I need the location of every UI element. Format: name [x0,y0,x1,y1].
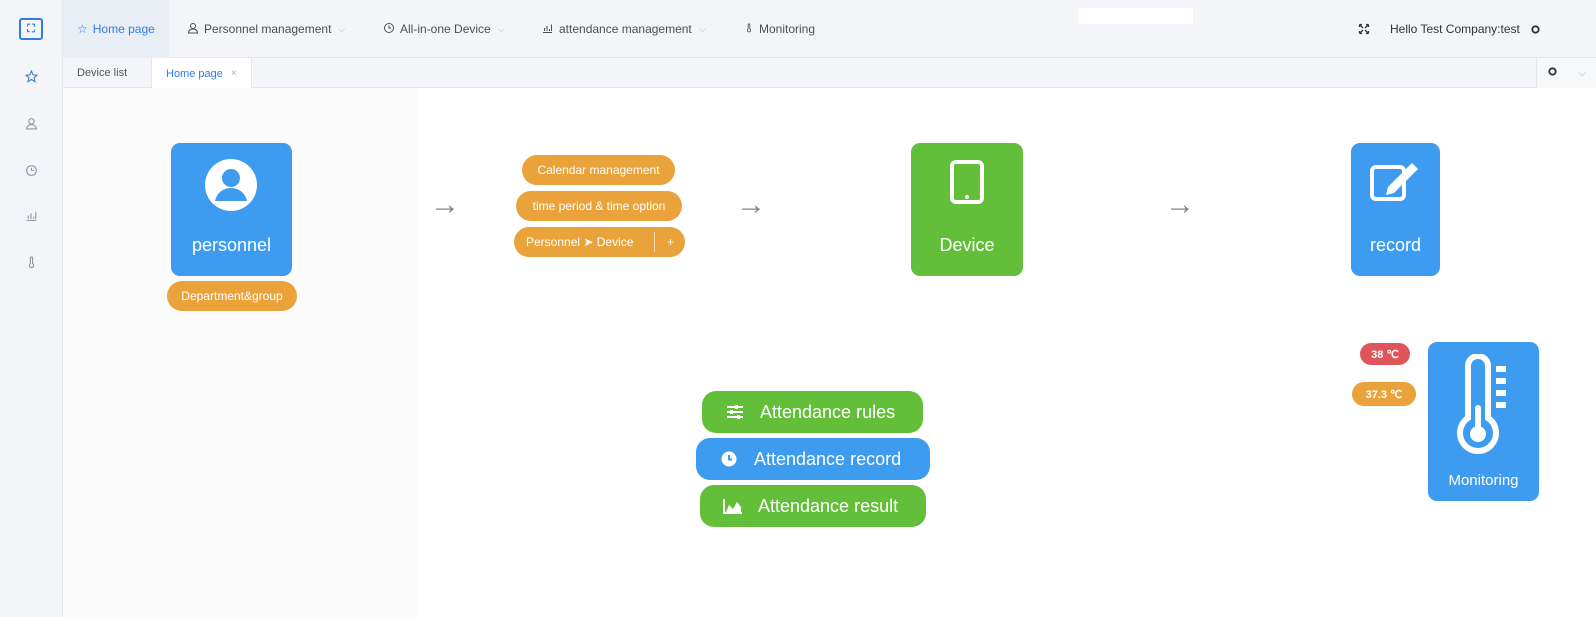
calendar-management-button[interactable]: Calendar management [522,155,675,185]
thermometer-icon[interactable] [0,242,63,282]
attendance-rules-label: Attendance rules [760,401,896,422]
nav-monitoring-label: Monitoring [759,22,816,36]
time-period-option-button[interactable]: time period & time option [516,191,682,221]
temperature-normal-badge: 37.3 ℃ [1352,382,1416,406]
star-icon: ☆ [77,22,88,36]
nav-attendance-management[interactable]: attendance management ⌵ [541,0,706,58]
chart-icon[interactable] [0,195,63,235]
monitoring-tile[interactable]: Monitoring [1428,342,1539,501]
user-avatar-icon [205,159,257,211]
top-navigation: ☆ Home page Personnel management ⌵ All-in-… [63,0,1596,58]
thermometer-icon [744,22,754,37]
clock-icon[interactable] [0,150,63,190]
settings-gear-icon[interactable] [1530,0,1541,58]
tab-bar: Device list Home page × ⌵ [63,58,1596,89]
nav-home[interactable]: ☆ Home page [63,0,169,58]
area-chart-icon [722,498,744,514]
tab-device-list[interactable]: Device list [63,58,141,88]
clock-icon [383,22,395,37]
record-tile[interactable]: record [1351,143,1440,276]
chevron-down-icon: ⌵ [338,23,346,34]
user-icon[interactable] [0,103,63,143]
monitoring-label: Monitoring [1448,472,1519,489]
add-plus-icon[interactable]: + [667,235,674,249]
tab-device-list-label: Device list [77,67,128,79]
user-greeting[interactable]: Hello Test Company:test [1390,0,1520,58]
tab-tools: ⌵ [1536,58,1596,88]
nav-attendance-label: attendance management [559,22,692,36]
nav-device-label: All-in-one Device [400,22,491,36]
tab-home-page[interactable]: Home page × [151,58,252,89]
clock-icon [718,450,740,468]
thermometer-icon [1457,354,1506,454]
record-label: record [1369,235,1422,255]
attendance-record-button[interactable]: Attendance record [696,438,930,480]
personnel-label: personnel [191,235,272,255]
star-icon[interactable] [0,56,63,96]
close-tab-icon[interactable]: × [231,68,237,79]
tablet-icon [950,160,984,204]
tab-home-label: Home page [166,67,223,80]
edit-icon [1370,163,1418,201]
user-icon [187,22,199,37]
flow-arrow-icon: → [1165,188,1195,221]
attendance-rules-button[interactable]: Attendance rules [702,391,923,433]
chevron-down-icon: ⌵ [698,23,706,34]
chart-icon [541,22,554,37]
chevron-down-icon: ⌵ [497,23,505,34]
personnel-device-label: Personnel ➤ Device [526,235,634,249]
logo-icon[interactable]: ⛶ [19,18,43,40]
flow-arrow-icon: → [430,188,460,221]
flow-arrow-icon: → [736,188,766,221]
nav-personnel-management[interactable]: Personnel management ⌵ [187,0,345,58]
personnel-device-button[interactable]: Personnel ➤ Device + [514,227,685,257]
fullscreen-icon[interactable] [1358,0,1370,58]
device-label: Device [939,235,995,255]
sidebar: ⛶ [0,0,63,617]
attendance-result-button[interactable]: Attendance result [700,485,926,527]
tab-settings-gear-icon[interactable] [1547,66,1558,80]
personnel-tile[interactable]: personnel [171,143,292,276]
nav-all-in-one-device[interactable]: All-in-one Device ⌵ [383,0,505,58]
temperature-high-badge: 38 ℃ [1360,343,1410,365]
attendance-result-label: Attendance result [758,495,899,516]
nav-monitoring[interactable]: Monitoring [744,0,815,58]
nav-personnel-label: Personnel management [204,22,332,36]
nav-home-label: Home page [92,22,155,36]
device-tile[interactable]: Device [911,143,1023,276]
chevron-down-icon[interactable]: ⌵ [1578,68,1586,79]
sliders-icon [724,404,746,420]
home-flow-panel: personnel Department&group → Calendar ma… [63,88,1596,617]
department-group-button[interactable]: Department&group [167,281,297,311]
attendance-record-label: Attendance record [754,448,902,469]
